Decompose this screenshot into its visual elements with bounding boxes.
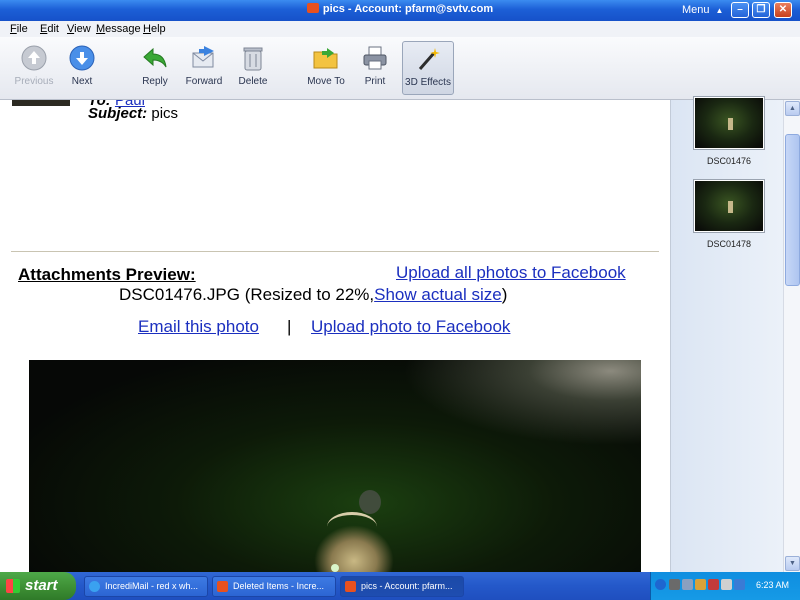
window-title: pics - Account: pfarm@svtv.com	[0, 3, 800, 15]
menu-help[interactable]: Help	[143, 23, 166, 35]
windows-logo-icon	[6, 579, 20, 593]
tray-security-icon[interactable]	[708, 579, 719, 590]
message-view: To: Paul Subject: pics Attachments Previ…	[0, 100, 670, 572]
menu-file[interactable]: File	[10, 23, 28, 35]
taskbar-item[interactable]: IncrediMail - red x wh...	[84, 576, 208, 597]
tray-network-icon[interactable]	[682, 579, 693, 590]
minimize-button[interactable]: –	[731, 2, 749, 18]
attachment-info: DSC01476.JPG (Resized to 22%,Show actual…	[119, 285, 508, 304]
move-to-button[interactable]: Move To	[301, 41, 351, 95]
previous-button[interactable]: Previous	[9, 41, 59, 95]
forward-button[interactable]: Forward	[179, 41, 229, 95]
restore-button[interactable]: ❐	[752, 2, 770, 18]
thumbnail-1[interactable]	[693, 96, 765, 150]
ie-icon	[89, 581, 100, 592]
close-button[interactable]: ✕	[774, 2, 792, 18]
scroll-up-icon[interactable]: ▲	[785, 101, 800, 116]
menu-edit[interactable]: Edit	[40, 23, 59, 35]
delete-button[interactable]: Delete	[228, 41, 278, 95]
show-actual-size-link[interactable]: Show actual size	[374, 285, 502, 304]
vertical-scrollbar[interactable]: ▲ ▼	[783, 100, 800, 572]
incredimail-app-icon	[306, 3, 319, 13]
photo-glow	[359, 490, 381, 514]
clock[interactable]: 6:23 AM	[756, 580, 789, 590]
divider	[11, 251, 659, 252]
attachment-photo[interactable]	[29, 360, 641, 572]
attachment-thumbnail-panel: DSC01476 DSC01478	[670, 96, 800, 572]
taskbar-item-active[interactable]: pics - Account: pfarm...	[340, 576, 464, 597]
next-button[interactable]: Next	[57, 41, 107, 95]
link-separator: |	[287, 317, 292, 336]
scroll-down-icon[interactable]: ▼	[785, 556, 800, 571]
reply-button[interactable]: Reply	[130, 41, 180, 95]
photo-deer	[314, 525, 394, 572]
arrow-up-icon	[21, 45, 47, 71]
taskbar: start IncrediMail - red x wh... Deleted …	[0, 572, 800, 600]
forward-envelope-icon	[192, 46, 214, 68]
photo-eye	[331, 564, 339, 572]
app-menu-button[interactable]: Menu ▲	[682, 4, 723, 16]
menu-arrow-icon: ▲	[715, 6, 724, 15]
incredimail-icon	[217, 581, 228, 592]
incredimail-icon	[345, 581, 356, 592]
system-tray: 6:23 AM	[650, 572, 800, 600]
printer-icon	[363, 46, 387, 70]
thumbnail-label: DSC01478	[706, 239, 752, 249]
tray-arrow-icon[interactable]	[655, 579, 666, 590]
menu-bar: File Edit View Message Help	[0, 21, 800, 37]
tray-app-icon[interactable]	[695, 579, 706, 590]
upload-photo-facebook-link[interactable]: Upload photo to Facebook	[311, 317, 510, 337]
3d-effects-button[interactable]: 3D Effects	[402, 41, 454, 95]
title-bar: pics - Account: pfarm@svtv.com Menu ▲ – ❐…	[0, 0, 800, 21]
taskbar-item[interactable]: Deleted Items - Incre...	[212, 576, 336, 597]
folder-icon	[313, 48, 338, 69]
tray-messenger-icon[interactable]	[734, 579, 745, 590]
attachments-title: Attachments Preview:	[18, 265, 196, 284]
upload-all-facebook-link[interactable]: Upload all photos to Facebook	[396, 263, 626, 283]
thumbnail-image	[695, 98, 763, 148]
menu-view[interactable]: View	[67, 23, 91, 35]
email-photo-link[interactable]: Email this photo	[138, 317, 259, 337]
thumbnail-2[interactable]	[693, 179, 765, 233]
print-button[interactable]: Print	[350, 41, 400, 95]
menu-message[interactable]: Message	[96, 23, 141, 35]
sender-avatar	[12, 100, 70, 106]
subject-line: Subject: pics	[88, 105, 179, 122]
arrow-down-icon	[69, 45, 95, 71]
reply-arrow-icon	[143, 47, 167, 68]
start-button[interactable]: start	[0, 572, 76, 600]
toolbar: Previous Next Reply Forward Delete Move …	[0, 37, 800, 100]
thumbnail-label: DSC01476	[706, 156, 752, 166]
scroll-thumb[interactable]	[785, 134, 800, 286]
trash-icon	[243, 47, 263, 71]
magic-wand-icon	[418, 48, 440, 70]
thumbnail-image	[695, 181, 763, 231]
tray-camera-icon[interactable]	[669, 579, 680, 590]
tray-volume-icon[interactable]	[721, 579, 732, 590]
